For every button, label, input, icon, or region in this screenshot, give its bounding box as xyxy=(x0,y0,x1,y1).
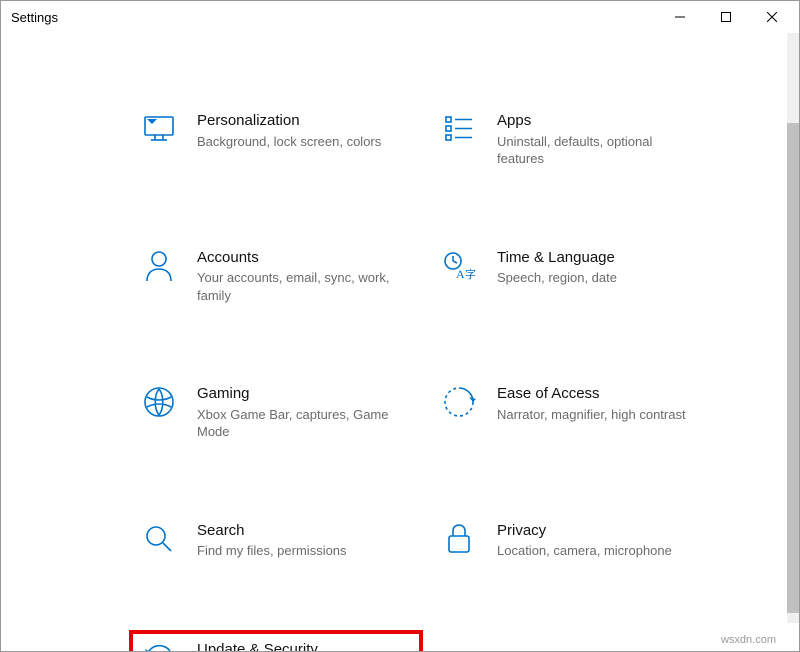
tile-title: Personalization xyxy=(197,111,413,131)
tile-title: Gaming xyxy=(197,384,413,404)
tile-desc: Narrator, magnifier, high contrast xyxy=(497,406,697,424)
svg-text:A: A xyxy=(456,267,465,281)
tile-desc: Uninstall, defaults, optional features xyxy=(497,133,697,168)
tile-apps[interactable]: Apps Uninstall, defaults, optional featu… xyxy=(431,103,721,182)
scrollbar-thumb[interactable] xyxy=(787,123,799,613)
search-icon xyxy=(139,519,179,559)
close-button[interactable] xyxy=(749,1,795,33)
content-area: Personalization Background, lock screen,… xyxy=(1,33,799,651)
tile-desc: Background, lock screen, colors xyxy=(197,133,397,151)
settings-grid: Personalization Background, lock screen,… xyxy=(131,103,721,651)
tile-title: Accounts xyxy=(197,248,413,268)
tile-gaming[interactable]: Gaming Xbox Game Bar, captures, Game Mod… xyxy=(131,376,421,455)
tile-update-security[interactable]: Update & Security Windows Update, recove… xyxy=(131,632,421,651)
tile-title: Update & Security xyxy=(197,640,413,651)
tile-desc: Speech, region, date xyxy=(497,269,697,287)
tile-title: Apps xyxy=(497,111,713,131)
tile-title: Privacy xyxy=(497,521,713,541)
privacy-icon xyxy=(439,519,479,559)
tile-personalization[interactable]: Personalization Background, lock screen,… xyxy=(131,103,421,182)
tile-desc: Find my files, permissions xyxy=(197,542,397,560)
scrollbar-track[interactable] xyxy=(787,33,799,623)
maximize-button[interactable] xyxy=(703,1,749,33)
accounts-icon xyxy=(139,246,179,286)
watermark: wsxdn.com xyxy=(721,634,776,646)
tile-privacy[interactable]: Privacy Location, camera, microphone xyxy=(431,513,721,574)
tile-title: Time & Language xyxy=(497,248,713,268)
tile-title: Ease of Access xyxy=(497,384,713,404)
titlebar: Settings xyxy=(1,1,799,33)
tile-desc: Your accounts, email, sync, work, family xyxy=(197,269,397,304)
tile-accounts[interactable]: Accounts Your accounts, email, sync, wor… xyxy=(131,240,421,319)
window-title: Settings xyxy=(11,10,58,25)
apps-icon xyxy=(439,109,479,149)
svg-text:字: 字 xyxy=(465,267,476,281)
ease-of-access-icon xyxy=(439,382,479,422)
gaming-icon xyxy=(139,382,179,422)
tile-time-language[interactable]: A字 Time & Language Speech, region, date xyxy=(431,240,721,319)
time-language-icon: A字 xyxy=(439,246,479,286)
minimize-button[interactable] xyxy=(657,1,703,33)
tile-desc: Location, camera, microphone xyxy=(497,542,697,560)
update-security-icon xyxy=(139,638,179,651)
tile-search[interactable]: Search Find my files, permissions xyxy=(131,513,421,574)
tile-ease-of-access[interactable]: Ease of Access Narrator, magnifier, high… xyxy=(431,376,721,455)
personalization-icon xyxy=(139,109,179,149)
tile-title: Search xyxy=(197,521,413,541)
tile-desc: Xbox Game Bar, captures, Game Mode xyxy=(197,406,397,441)
settings-window: Settings Personalization Background, loc… xyxy=(0,0,800,652)
